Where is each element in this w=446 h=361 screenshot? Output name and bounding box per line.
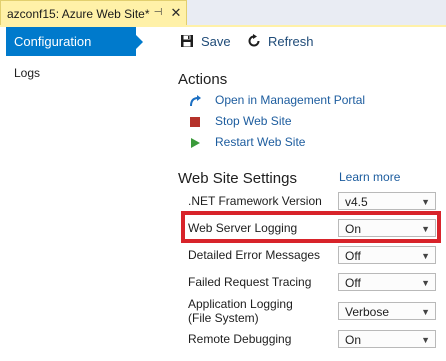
chevron-down-icon: ▼	[421, 251, 430, 261]
save-button[interactable]: Save	[180, 33, 231, 51]
application-logging-label-line2: (File System)	[188, 311, 259, 325]
action-label: Stop Web Site	[215, 114, 292, 128]
dropdown-value: On	[345, 333, 362, 347]
learn-more-link[interactable]: Learn more	[339, 170, 400, 184]
chevron-down-icon: ▼	[421, 278, 430, 288]
dropdown-value: Off	[345, 249, 361, 263]
nav-item-label: Configuration	[14, 34, 92, 49]
highlight-box	[181, 211, 441, 243]
dropdown-value: Off	[345, 276, 361, 290]
application-logging-label-line1: Application Logging	[188, 297, 293, 311]
play-icon	[191, 138, 200, 148]
chevron-down-icon: ▼	[421, 335, 430, 345]
detailed-error-messages-label: Detailed Error Messages	[188, 248, 321, 262]
net-framework-version-dropdown[interactable]: v4.5 ▼	[338, 192, 436, 210]
chevron-down-icon: ▼	[421, 197, 430, 207]
remote-debugging-label: Remote Debugging	[188, 332, 292, 346]
refresh-icon	[248, 34, 260, 47]
close-icon[interactable]: ✕	[169, 6, 183, 20]
nav-item-logs[interactable]: Logs	[6, 64, 136, 84]
refresh-label: Refresh	[268, 34, 314, 49]
stop-icon	[190, 117, 200, 127]
document-tab-title: azconf15: Azure Web Site*	[7, 7, 150, 21]
net-framework-version-label: .NET Framework Version	[188, 194, 322, 208]
pin-icon[interactable]: ⊣	[152, 6, 164, 20]
refresh-button[interactable]: Refresh	[247, 33, 315, 51]
web-site-settings-heading: Web Site Settings	[178, 170, 297, 187]
chevron-down-icon: ▼	[421, 307, 430, 317]
action-label: Open in Management Portal	[215, 93, 366, 107]
save-icon	[181, 35, 193, 47]
open-management-portal-link[interactable]: Open in Management Portal	[188, 93, 368, 109]
application-logging-label: Application Logging (File System)	[188, 297, 293, 325]
failed-request-tracing-label: Failed Request Tracing	[188, 275, 312, 289]
stop-web-site-link[interactable]: Stop Web Site	[188, 114, 298, 130]
actions-heading: Actions	[178, 71, 228, 88]
failed-request-tracing-dropdown[interactable]: Off ▼	[338, 273, 436, 291]
remote-debugging-dropdown[interactable]: On ▼	[338, 330, 436, 348]
action-label: Restart Web Site	[215, 135, 306, 149]
restart-web-site-link[interactable]: Restart Web Site	[188, 135, 308, 151]
open-link-icon	[190, 95, 201, 107]
dropdown-value: Verbose	[345, 305, 390, 319]
tab-strip: azconf15: Azure Web Site* ⊣ ✕	[0, 0, 446, 25]
document-tab[interactable]: azconf15: Azure Web Site* ⊣ ✕	[0, 0, 187, 25]
nav-item-configuration[interactable]: Configuration	[6, 27, 143, 56]
dropdown-value: v4.5	[345, 195, 368, 209]
application-logging-dropdown[interactable]: Verbose ▼	[338, 302, 436, 320]
nav-item-label: Logs	[14, 66, 41, 80]
save-label: Save	[201, 34, 231, 49]
detailed-error-messages-dropdown[interactable]: Off ▼	[338, 246, 436, 264]
